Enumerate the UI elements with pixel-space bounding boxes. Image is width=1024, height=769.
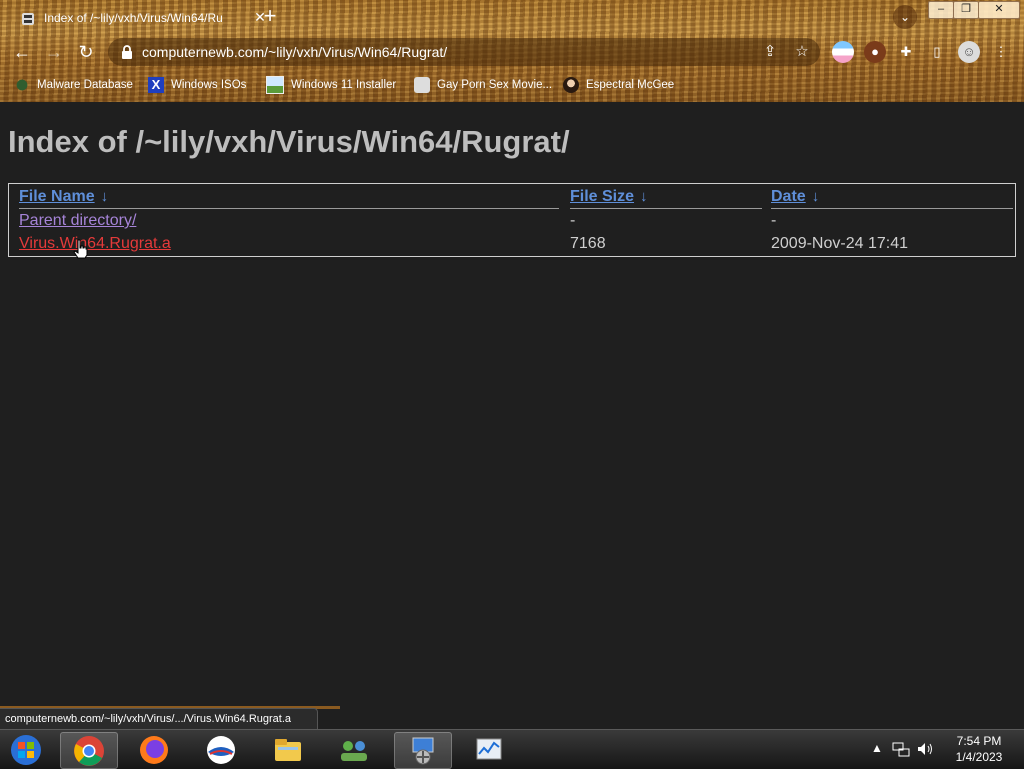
taskbar-file-explorer[interactable] — [260, 732, 316, 767]
column-header-file-size: File Size ↓ — [570, 188, 762, 209]
sort-by-size-link[interactable]: File Size — [570, 188, 634, 205]
taskbar-performance-monitor[interactable] — [461, 732, 517, 767]
new-tab-button[interactable]: + — [258, 5, 282, 29]
chrome-icon — [74, 736, 104, 766]
address-bar[interactable]: computernewb.com/~lily/vxh/Virus/Win64/R… — [108, 38, 820, 66]
table-row: Parent directory/ — [19, 212, 136, 230]
tab-search-button[interactable]: ⌄ — [893, 5, 917, 29]
taskbar: ▲ 7:54 PM 1/4/2023 — [0, 729, 1024, 769]
file-size-cell: - — [570, 212, 576, 229]
bookmarks-bar: Malware Database X Windows ISOs Windows … — [0, 72, 1024, 96]
network-users-icon — [341, 741, 367, 761]
bookmark-label: Windows 11 Installer — [291, 79, 397, 91]
table-row: Virus.Win64.Rugrat.a — [19, 235, 171, 253]
taskbar-chrome[interactable] — [60, 732, 118, 769]
x-logo-icon: X — [148, 77, 164, 93]
browser-chrome: Index of /~lily/vxh/Virus/Win64/Rugrat/ … — [0, 0, 1024, 102]
bookmark-windows-isos[interactable]: X Windows ISOs — [148, 76, 246, 94]
bookmark-malware-database[interactable]: Malware Database — [14, 76, 133, 94]
close-window-button[interactable]: ✕ — [978, 1, 1020, 19]
outlook-express-icon — [207, 736, 235, 764]
folder-icon — [275, 739, 301, 761]
file-date-cell: 2009-Nov-24 17:41 — [771, 235, 908, 252]
bookmark-label: Malware Database — [37, 79, 133, 91]
avatar-icon — [563, 77, 579, 93]
performance-monitor-icon — [476, 738, 502, 760]
taskbar-network[interactable] — [326, 732, 382, 767]
forward-button[interactable]: → — [42, 40, 66, 64]
file-date-cell: - — [771, 212, 777, 229]
arrow-left-icon: ← — [13, 42, 31, 62]
server-icon — [22, 13, 34, 25]
sort-arrow-icon[interactable]: ↓ — [101, 188, 109, 205]
menu-kebab-icon[interactable]: ⋮ — [990, 41, 1012, 63]
extensions-puzzle-icon[interactable]: ✚ — [895, 41, 917, 63]
sort-arrow-icon[interactable]: ↓ — [812, 188, 820, 205]
show-hidden-icons-button[interactable]: ▲ — [871, 741, 883, 755]
side-panel-icon[interactable]: ▯ — [926, 41, 948, 63]
arrow-right-icon: → — [45, 42, 63, 62]
bookmark-label: Gay Porn Sex Movie... — [437, 79, 553, 91]
url-text: computernewb.com/~lily/vxh/Virus/Win64/R… — [142, 44, 448, 60]
hand-pointer-cursor-icon — [73, 239, 88, 259]
bookmark-windows-11-installer[interactable]: Windows 11 Installer — [266, 76, 396, 94]
file-listing-table: File Name ↓ File Size ↓ Date ↓ Parent direc… — [8, 183, 1016, 257]
reload-button[interactable]: ↻ — [74, 40, 98, 64]
restore-button[interactable]: ❐ — [953, 1, 979, 19]
bookmark-label: Windows ISOs — [171, 79, 247, 91]
start-orb-icon — [11, 735, 41, 765]
column-header-date: Date ↓ — [771, 188, 1013, 209]
green-bug-icon — [14, 77, 30, 93]
sort-arrow-icon[interactable]: ↓ — [640, 188, 648, 205]
minimize-button[interactable]: – — [928, 1, 954, 19]
page-content: Index of /~lily/vxh/Virus/Win64/Rugrat/ … — [0, 102, 1024, 706]
page-title: Index of /~lily/vxh/Virus/Win64/Rugrat/ — [8, 124, 570, 159]
taskbar-firefox[interactable] — [126, 732, 182, 767]
share-icon[interactable]: ⇪ — [760, 42, 780, 62]
taskbar-outlook-express[interactable] — [193, 732, 249, 767]
image-icon — [266, 76, 284, 94]
volume-icon[interactable] — [916, 741, 934, 757]
bookmark-label: Espectral McGee — [586, 79, 675, 91]
active-tab[interactable]: Index of /~lily/vxh/Virus/Win64/Rugrat/ — [8, 4, 250, 34]
clock-time: 7:54 PM — [956, 734, 1002, 748]
tab-title: Index of /~lily/vxh/Virus/Win64/Rugrat/ — [44, 11, 222, 25]
reload-icon: ↻ — [78, 42, 94, 62]
link-status-bubble: computernewb.com/~lily/vxh/Virus/.../Vir… — [0, 708, 319, 730]
taskbar-system-tool[interactable] — [394, 732, 452, 769]
file-size-cell: 7168 — [570, 235, 606, 252]
column-header-file-name: File Name ↓ — [19, 188, 559, 209]
bookmark-movie-site[interactable]: Gay Porn Sex Movie... — [414, 76, 552, 94]
extension-avatar-icon[interactable]: ● — [864, 41, 886, 63]
globe-icon — [414, 77, 430, 93]
firefox-icon — [140, 736, 168, 764]
network-icon[interactable] — [892, 741, 910, 757]
bookmark-espectral-mcgee[interactable]: Espectral McGee — [563, 76, 674, 94]
bookmark-star-icon[interactable]: ☆ — [792, 42, 812, 62]
clock-date: 1/4/2023 — [955, 750, 1003, 764]
profile-avatar-icon[interactable]: ☺ — [958, 41, 980, 63]
start-button[interactable] — [0, 732, 52, 767]
sort-by-name-link[interactable]: File Name — [19, 188, 95, 205]
system-clock[interactable]: 7:54 PM 1/4/2023 — [944, 733, 1014, 765]
back-button[interactable]: ← — [10, 40, 34, 64]
sort-by-date-link[interactable]: Date — [771, 188, 806, 205]
file-link-rugrat[interactable]: Virus.Win64.Rugrat.a — [19, 235, 171, 252]
extension-flag-icon[interactable] — [832, 41, 854, 63]
lock-icon — [122, 45, 132, 59]
parent-directory-link[interactable]: Parent directory/ — [19, 212, 136, 229]
system-tool-icon — [412, 737, 434, 765]
